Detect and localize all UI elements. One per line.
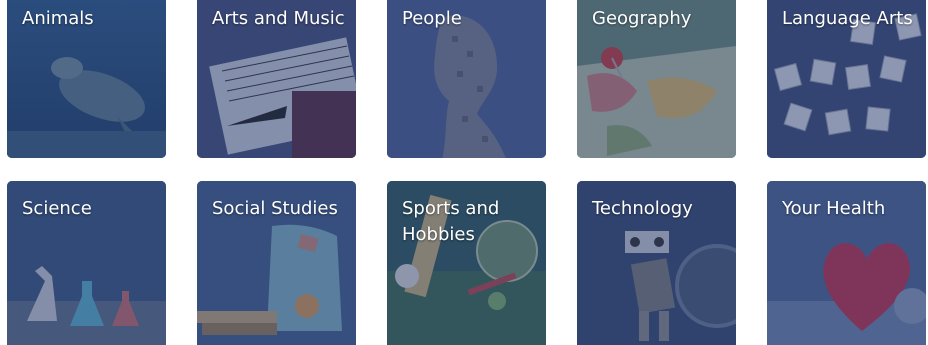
topic-label: Arts and Music xyxy=(212,8,345,29)
topic-card-arts-and-music[interactable]: Arts and Music xyxy=(197,0,356,158)
topic-label: Sports and Hobbies xyxy=(402,198,500,245)
topic-label: Language Arts xyxy=(782,8,913,29)
topic-card-technology[interactable]: Technology xyxy=(577,181,736,345)
topic-card-social-studies[interactable]: Social Studies xyxy=(197,181,356,345)
topic-card-science[interactable]: Science xyxy=(7,181,166,345)
topic-card-sports-and-hobbies[interactable]: Sports and Hobbies xyxy=(387,181,546,345)
topic-card-language-arts[interactable]: Language Arts xyxy=(767,0,926,158)
topic-card-people[interactable]: People xyxy=(387,0,546,158)
topic-card-your-health[interactable]: Your Health xyxy=(767,181,926,345)
topic-label: Social Studies xyxy=(212,198,338,219)
topic-card-geography[interactable]: Geography xyxy=(577,0,736,158)
topic-label: People xyxy=(402,8,462,29)
topic-label: Science xyxy=(22,198,92,219)
topic-label: Your Health xyxy=(782,198,886,219)
topic-label: Geography xyxy=(592,8,692,29)
topic-card-animals[interactable]: Animals xyxy=(7,0,166,158)
topic-label: Technology xyxy=(592,198,693,219)
topic-label: Animals xyxy=(22,8,94,29)
